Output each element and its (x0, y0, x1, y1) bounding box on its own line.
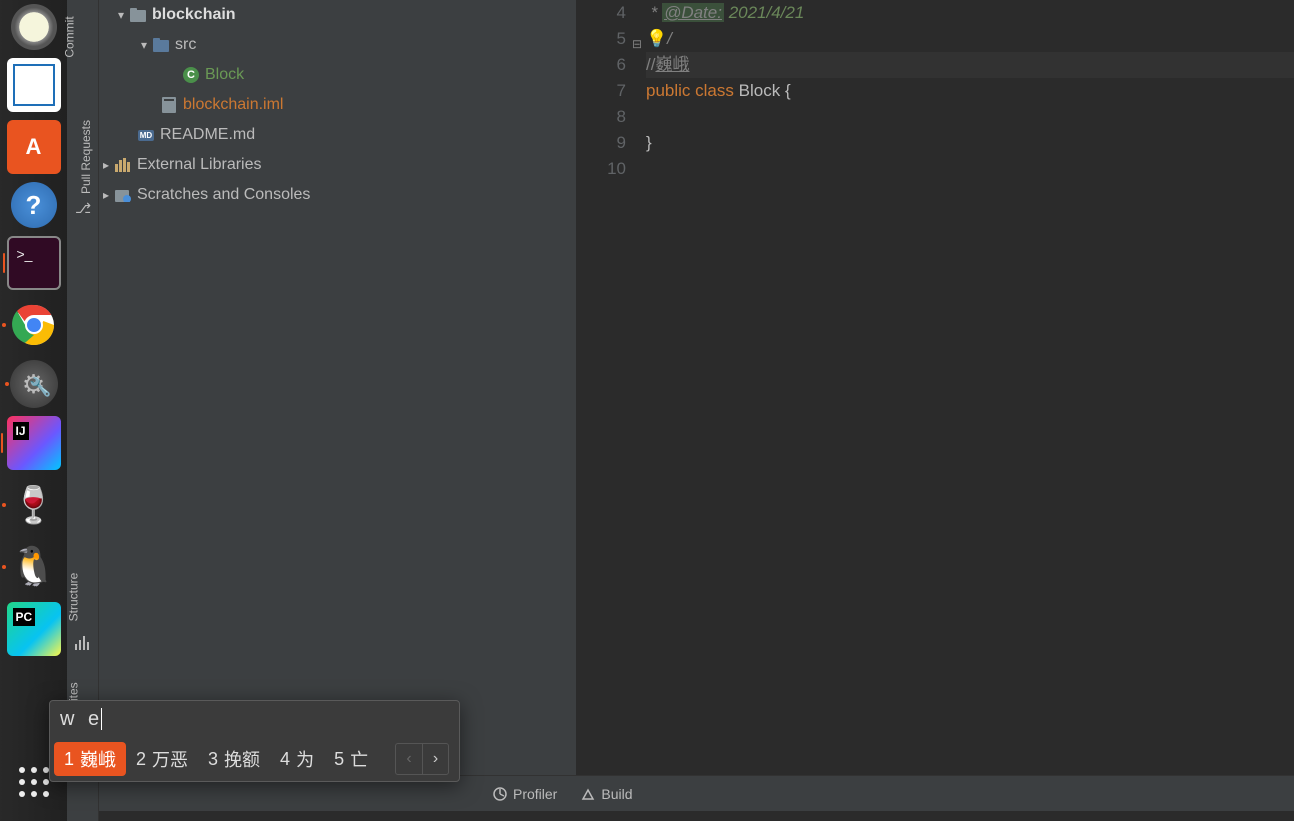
line-number: 9 (576, 130, 626, 156)
launcher-libreoffice-icon[interactable] (7, 58, 61, 112)
line-number: 6 (576, 52, 626, 78)
launcher-chrome-icon[interactable] (7, 298, 61, 352)
build-label: Build (601, 786, 632, 802)
structure-icon[interactable] (75, 636, 89, 650)
chevron-right-icon[interactable] (99, 188, 113, 202)
library-icon (113, 158, 133, 172)
tree-readme-file[interactable]: MD README.md (99, 120, 576, 150)
ime-candidate-5[interactable]: 5亡 (324, 742, 378, 776)
project-tree-panel: blockchain src C Block blockchain.iml MD… (99, 0, 576, 775)
ime-candidate-1[interactable]: 1巍峨 (54, 742, 126, 776)
tree-iml-file[interactable]: blockchain.iml (99, 90, 576, 120)
tree-project-root[interactable]: blockchain (99, 0, 576, 30)
brace-open: { (785, 81, 791, 100)
ime-popup: w e 1巍峨 2万恶 3挽额 4为 5亡 ‹ › (49, 700, 460, 782)
tree-label: src (175, 36, 196, 54)
launcher-settings-icon[interactable]: ⚙🔧 (10, 360, 58, 408)
tree-label: blockchain (152, 6, 236, 24)
class-icon: C (181, 67, 201, 83)
ime-prev-button[interactable]: ‹ (396, 744, 422, 774)
ide-tool-strip: Commit Pull Requests ⎇ Structure Favorit… (67, 0, 99, 821)
keyword-class: class (695, 81, 734, 100)
chevron-right-icon[interactable] (99, 158, 113, 172)
profiler-tool-button[interactable]: Profiler (493, 786, 557, 802)
tree-label: Block (205, 66, 244, 84)
launcher-pycharm-icon[interactable]: PC (7, 602, 61, 656)
chevron-down-icon[interactable] (137, 38, 151, 52)
line-number: 10 (576, 156, 626, 182)
class-name: Block (739, 81, 781, 100)
tree-label: Scratches and Consoles (137, 186, 310, 204)
file-icon (159, 97, 179, 113)
launcher-terminal-icon[interactable]: >_ (7, 236, 61, 290)
scratches-icon (113, 188, 133, 202)
tree-src-folder[interactable]: src (99, 30, 576, 60)
ime-input-area[interactable]: w e (50, 701, 459, 737)
ime-input-text: w e (60, 708, 103, 731)
launcher-disk-icon[interactable] (11, 4, 57, 50)
code-editor[interactable]: 4 ⊟ 5 6 7 8 9 10 * @Date: 2021/4/21 💡/ //… (576, 0, 1294, 775)
build-tool-button[interactable]: Build (581, 786, 632, 802)
folder-icon (151, 38, 171, 52)
editor-gutter: 4 ⊟ 5 6 7 8 9 10 (576, 0, 646, 775)
launcher-intellij-icon[interactable]: IJ (7, 416, 61, 470)
launcher-help-icon[interactable]: ? (11, 182, 57, 228)
build-icon (581, 787, 595, 801)
code-area[interactable]: * @Date: 2021/4/21 💡/ //巍峨 public class … (646, 0, 1294, 775)
launcher-wine-icon[interactable]: 🍷 (7, 478, 61, 532)
folder-icon (128, 8, 148, 22)
lightbulb-icon[interactable]: 💡 (646, 29, 667, 48)
profiler-label: Profiler (513, 786, 557, 802)
line-number: 8 (576, 104, 626, 130)
ime-candidate-2[interactable]: 2万恶 (126, 742, 198, 776)
fold-icon[interactable]: ⊟ (632, 31, 642, 57)
ime-candidate-4[interactable]: 4为 (270, 742, 324, 776)
ime-candidate-3[interactable]: 3挽额 (198, 742, 270, 776)
launcher-software-icon[interactable]: A (7, 120, 61, 174)
tree-block-class[interactable]: C Block (99, 60, 576, 90)
ime-candidates: 1巍峨 2万恶 3挽额 4为 5亡 ‹ › (50, 737, 459, 781)
line-number: 4 (576, 0, 626, 26)
vcs-icon[interactable]: ⎇ (75, 200, 91, 217)
javadoc-date-value: 2021/4/21 (729, 3, 805, 22)
line-number: 5 (617, 29, 626, 48)
brace-close: } (646, 133, 652, 152)
pull-requests-tool-label[interactable]: Pull Requests (79, 120, 93, 194)
launcher-qq-icon[interactable]: 🐧 (7, 540, 61, 594)
structure-tool-label[interactable]: Structure (66, 573, 80, 622)
tree-label: README.md (160, 126, 255, 144)
chevron-down-icon[interactable] (114, 8, 128, 22)
tree-scratches[interactable]: Scratches and Consoles (99, 180, 576, 210)
commit-tool-label[interactable]: Commit (63, 16, 77, 57)
ime-next-button[interactable]: › (422, 744, 448, 774)
tree-external-libs[interactable]: External Libraries (99, 150, 576, 180)
markdown-icon: MD (136, 130, 156, 141)
tree-label: External Libraries (137, 156, 262, 174)
ubuntu-launcher: A ? >_ ⚙🔧 IJ 🍷 🐧 PC (0, 0, 67, 821)
keyword-public: public (646, 81, 690, 100)
comment-text: 巍峨 (655, 55, 689, 74)
profiler-icon (493, 787, 507, 801)
javadoc-date-tag: @Date: (662, 3, 724, 22)
tree-label: blockchain.iml (183, 96, 283, 114)
line-number: 7 (576, 78, 626, 104)
ime-nav: ‹ › (395, 743, 449, 775)
